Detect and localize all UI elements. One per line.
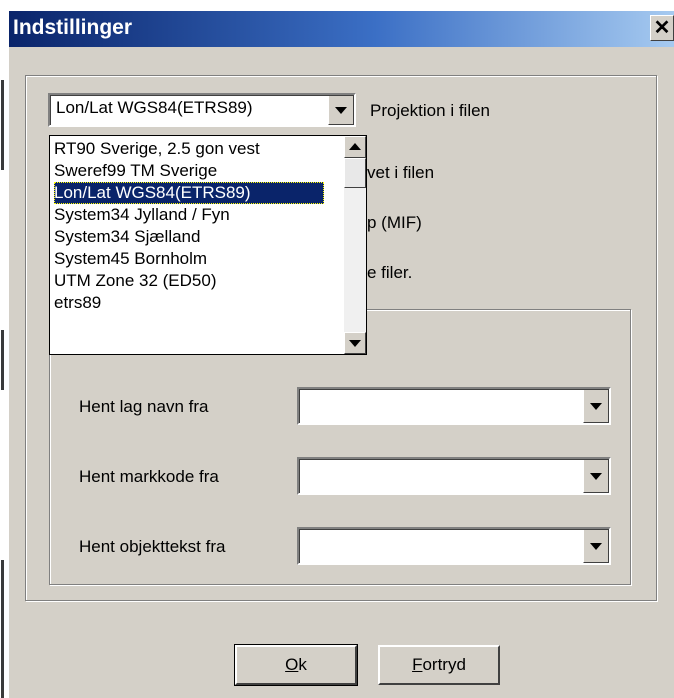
chevron-down-icon[interactable] bbox=[583, 529, 609, 563]
arrow-down-icon[interactable] bbox=[344, 332, 366, 354]
markkode-combobox[interactable] bbox=[297, 457, 611, 495]
projection-selected-value: Lon/Lat WGS84(ETRS89) bbox=[56, 98, 253, 117]
list-scrollbar[interactable] bbox=[344, 136, 366, 354]
list-item[interactable]: System34 Sjælland bbox=[54, 226, 324, 248]
cancel-button[interactable]: Fortryd bbox=[378, 645, 500, 685]
close-icon[interactable]: ✕ bbox=[650, 15, 674, 41]
chevron-down-icon[interactable] bbox=[328, 95, 354, 125]
ok-mnemonic: O bbox=[285, 655, 299, 674]
partial-label-3: e filer. bbox=[367, 263, 413, 282]
list-item[interactable]: RT90 Sverige, 2.5 gon vest bbox=[54, 138, 324, 160]
list-item[interactable]: UTM Zone 32 (ED50) bbox=[54, 270, 324, 292]
cancel-label-rest: ortryd bbox=[422, 655, 466, 674]
objekttekst-label: Hent objekttekst fra bbox=[79, 537, 226, 556]
window-title: Indstillinger bbox=[13, 16, 133, 39]
scroll-thumb[interactable] bbox=[344, 158, 366, 188]
settings-dialog: Indstillinger ✕ Lon/Lat WGS84(ETRS89) Pr… bbox=[9, 11, 674, 698]
list-item[interactable]: Sweref99 TM Sverige bbox=[54, 160, 324, 182]
list-item[interactable]: System45 Bornholm bbox=[54, 248, 324, 270]
ok-button[interactable]: Ok bbox=[234, 644, 358, 686]
partial-label-2: p (MIF) bbox=[367, 213, 422, 232]
partial-label-1: vet i filen bbox=[367, 163, 435, 182]
lag-combobox[interactable] bbox=[297, 387, 611, 425]
markkode-label: Hent markkode fra bbox=[79, 467, 219, 486]
projection-dropdown-list[interactable]: RT90 Sverige, 2.5 gon vest Sweref99 TM S… bbox=[49, 135, 367, 355]
chevron-down-icon[interactable] bbox=[583, 459, 609, 493]
edge-line bbox=[1, 330, 4, 390]
list-item[interactable]: etrs89 bbox=[54, 292, 324, 314]
projection-combobox[interactable]: Lon/Lat WGS84(ETRS89) bbox=[48, 93, 356, 127]
lag-label: Hent lag navn fra bbox=[79, 397, 209, 416]
arrow-up-icon[interactable] bbox=[344, 136, 366, 158]
list-item-selected[interactable]: Lon/Lat WGS84(ETRS89) bbox=[54, 182, 324, 204]
edge-line bbox=[1, 560, 4, 698]
cancel-mnemonic: F bbox=[412, 655, 423, 674]
ok-label-rest: k bbox=[298, 655, 307, 674]
projection-label: Projektion i filen bbox=[370, 101, 491, 120]
title-bar[interactable]: Indstillinger ✕ bbox=[9, 11, 674, 47]
background-window-edge bbox=[0, 0, 8, 698]
edge-line bbox=[1, 80, 4, 170]
list-item[interactable]: System34 Jylland / Fyn bbox=[54, 204, 324, 226]
objekttekst-combobox[interactable] bbox=[297, 527, 611, 565]
chevron-down-icon[interactable] bbox=[583, 389, 609, 423]
